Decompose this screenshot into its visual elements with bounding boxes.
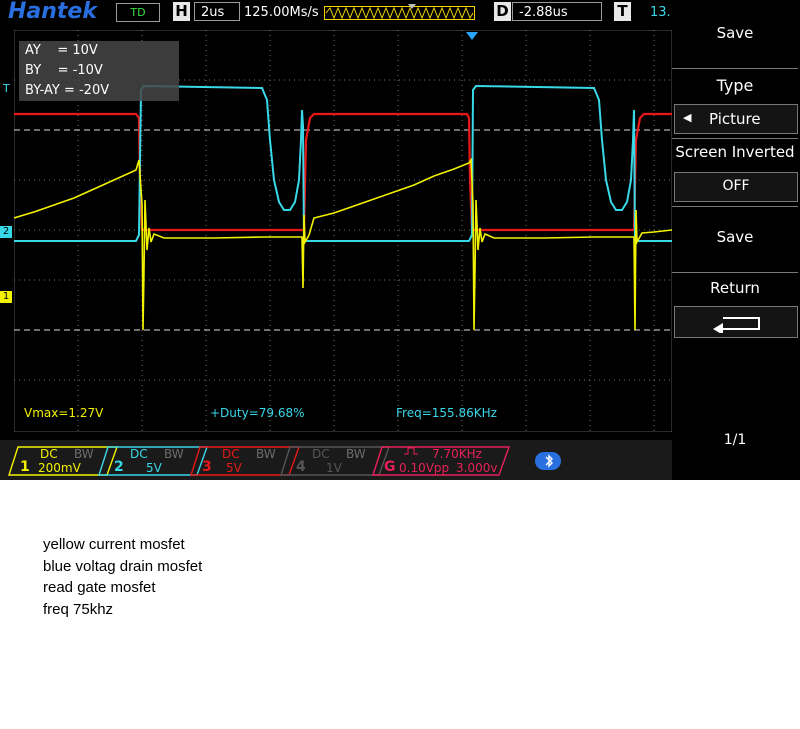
memory-depth-icon <box>324 4 475 20</box>
ch2-coupling: DC <box>130 447 148 461</box>
generator-offset: 3.000v <box>456 461 498 475</box>
note-line: yellow current mosfet <box>43 536 185 553</box>
ch2-ref-marker[interactable]: 2 <box>0 226 12 238</box>
generator-tab[interactable]: G 7.70KHz 0.10Vpp 3.000v <box>372 446 510 476</box>
square-wave-icon <box>404 447 418 455</box>
generator-label: G <box>384 459 396 475</box>
screen-inverted-value: OFF <box>722 178 750 194</box>
cursor-delta: BY-AY = -20V <box>25 83 110 98</box>
return-button[interactable] <box>674 306 798 338</box>
top-status-bar: Hantek TD H 2us 125.00Ms/s D -2.88us T 1… <box>0 0 672 24</box>
type-value: Picture <box>709 110 761 128</box>
return-arrow-icon <box>713 317 760 333</box>
screen-inverted-label: Screen Inverted <box>675 143 795 161</box>
ch4-number: 4 <box>296 459 306 475</box>
ch3-coupling: DC <box>222 447 240 461</box>
page-indicator: 1/1 <box>723 432 747 448</box>
left-arrow-icon: ◀ <box>683 111 692 124</box>
note-line: freq 75khz <box>43 600 114 618</box>
cursor-readout: AY = 10V BY = -10V BY-AY = -20V <box>19 41 179 101</box>
type-selector[interactable]: ◀ Picture <box>674 104 798 134</box>
ch2-bw: BW <box>164 447 184 461</box>
oscilloscope-screenshot: Hantek TD H 2us 125.00Ms/s D -2.88us T 1… <box>0 0 800 480</box>
ch4-scale: 1V <box>326 461 342 475</box>
note-line: blue voltag drain mosfet <box>43 557 203 575</box>
cursor-by: BY = -10V <box>25 63 103 78</box>
menu-divider <box>672 272 798 273</box>
ch2-number: 2 <box>114 459 124 475</box>
ch3-bw: BW <box>256 447 276 461</box>
measure-duty: +Duty=79.68% <box>210 406 305 420</box>
delay-label: D <box>494 2 511 21</box>
ch1-bw: BW <box>74 447 94 461</box>
menu-divider <box>672 138 798 139</box>
ch1-number: 1 <box>20 459 30 475</box>
return-label: Return <box>710 279 760 297</box>
notes: yellow current mosfet blue voltag drain … <box>43 534 202 620</box>
save-button[interactable]: Save <box>672 228 798 246</box>
bluetooth-icon[interactable] <box>535 452 561 470</box>
horizontal-label: H <box>173 2 190 21</box>
trigger-mode-badge: TD <box>116 3 160 22</box>
ch1-scale: 200mV <box>38 461 81 475</box>
sample-rate: 125.00Ms/s <box>244 5 319 20</box>
trigger-level-marker[interactable]: T <box>3 82 10 95</box>
ch4-coupling: DC <box>312 447 330 461</box>
delay-value[interactable]: -2.88us <box>512 2 602 21</box>
generator-amplitude: 0.10Vpp <box>399 461 450 475</box>
ch1-coupling: DC <box>40 447 58 461</box>
menu-divider <box>672 206 798 207</box>
trigger-level-value[interactable]: 13. <box>650 3 671 22</box>
cursor-ay: AY = 10V <box>25 43 98 58</box>
ch3-number: 3 <box>202 459 212 475</box>
measure-freq: Freq=155.86KHz <box>396 406 497 420</box>
brand-logo: Hantek <box>8 0 97 24</box>
side-menu: Save Type ◀ Picture Screen Inverted OFF … <box>672 0 800 480</box>
menu-divider <box>672 68 798 69</box>
generator-freq: 7.70KHz <box>432 447 482 461</box>
menu-title: Save <box>716 24 754 42</box>
screen-inverted-toggle[interactable]: OFF <box>674 172 798 202</box>
trigger-label: T <box>614 2 631 21</box>
ch2-scale: 5V <box>146 461 162 475</box>
note-line: read gate mosfet <box>43 579 156 596</box>
ch4-bw: BW <box>346 447 366 461</box>
timebase-value[interactable]: 2us <box>194 2 240 21</box>
ch1-ref-marker[interactable]: 1 <box>0 291 12 303</box>
type-label: Type <box>716 76 754 95</box>
measure-vmax: Vmax=1.27V <box>24 406 104 420</box>
ch3-scale: 5V <box>226 461 242 475</box>
channel-bar: 1 DC BW 200mV 2 DC BW 5V 3 DC BW 5V 4 DC… <box>0 440 672 480</box>
